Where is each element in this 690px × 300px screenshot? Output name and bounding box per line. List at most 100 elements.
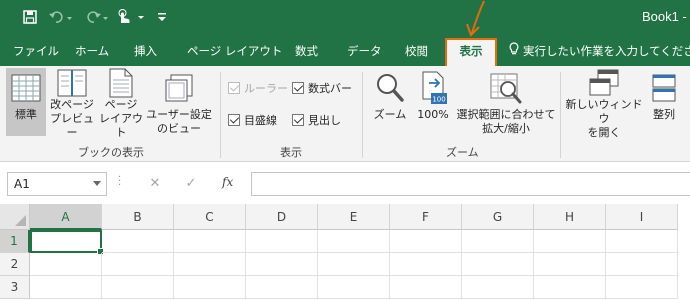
grid-cell[interactable] [246, 253, 318, 276]
zoom-to-selection-label-1: 選択範囲に合わせて [456, 108, 556, 121]
row-header[interactable]: 2 [0, 253, 30, 276]
resize-handle-icon[interactable]: · · · [118, 173, 122, 191]
grid-cell[interactable] [102, 276, 174, 299]
formula-bar-checkbox[interactable]: 数式バー [292, 80, 352, 96]
redo-icon[interactable] [84, 8, 110, 26]
zoom-100-label: 100% [417, 108, 449, 121]
page-layout-view-label-1: ページ [104, 98, 138, 111]
column-header[interactable]: I [606, 204, 678, 230]
customize-qat-icon[interactable] [156, 8, 168, 26]
magnifier-icon [375, 68, 405, 108]
undo-icon[interactable] [48, 8, 74, 26]
new-window-button[interactable]: 新しいウィンドウ を開く [564, 68, 644, 140]
grid-cell[interactable] [606, 276, 678, 299]
row-header[interactable]: 1 [0, 230, 30, 253]
grid-cell[interactable] [462, 230, 534, 253]
grid-cell[interactable] [534, 230, 606, 253]
gridlines-label: 目盛線 [244, 114, 277, 127]
column-header[interactable]: F [390, 204, 462, 230]
worksheet-grid: ABCDEFGHI 123 [0, 204, 690, 300]
grid-cell[interactable] [606, 253, 678, 276]
select-all-button[interactable] [0, 204, 30, 230]
column-header[interactable]: C [174, 204, 246, 230]
grid-cell[interactable] [462, 276, 534, 299]
grid-cell[interactable] [534, 253, 606, 276]
row-header[interactable]: 3 [0, 276, 30, 299]
page-break-preview-button[interactable]: 改ページ プレビュー [48, 68, 96, 140]
chevron-down-icon[interactable] [93, 181, 101, 186]
group-separator [220, 72, 221, 158]
zoom-button[interactable]: ズーム [370, 68, 410, 140]
insert-function-button[interactable]: fx [222, 175, 233, 189]
custom-views-icon [164, 68, 194, 108]
column-header[interactable]: E [318, 204, 390, 230]
zoom-to-selection-button[interactable]: 選択範囲に合わせて 拡大/縮小 [454, 68, 558, 140]
grid-cell[interactable] [30, 253, 102, 276]
checkbox-icon [228, 82, 240, 94]
page-layout-view-label-2: レイアウト [99, 112, 143, 139]
tab-home[interactable]: ホーム [75, 43, 109, 59]
grid-cell[interactable] [534, 276, 606, 299]
arrange-all-button[interactable]: 整列 [646, 68, 682, 140]
column-header[interactable]: D [246, 204, 318, 230]
tab-file[interactable]: ファイル [13, 43, 59, 59]
grid-cell[interactable] [606, 230, 678, 253]
save-icon[interactable] [20, 8, 40, 26]
grid-cell[interactable] [390, 230, 462, 253]
formula-bar-label: 数式バー [308, 82, 352, 95]
custom-views-label-1: ユーザー設定 [146, 108, 212, 121]
grid-cell[interactable] [318, 253, 390, 276]
tab-review[interactable]: 校閲 [405, 43, 428, 59]
column-header[interactable]: H [534, 204, 606, 230]
gridlines-checkbox[interactable]: 目盛線 [228, 112, 277, 128]
cancel-button[interactable]: ✕ [145, 173, 165, 193]
svg-text:100: 100 [432, 96, 445, 104]
column-header[interactable]: G [462, 204, 534, 230]
name-box-value: A1 [14, 177, 30, 191]
tab-page-layout[interactable]: ページ レイアウト [187, 43, 282, 59]
enter-button[interactable]: ✓ [181, 173, 201, 193]
touch-mode-icon[interactable] [116, 8, 148, 26]
normal-view-label: 標準 [15, 108, 37, 121]
tab-data[interactable]: データ [347, 43, 382, 59]
grid-cell[interactable] [246, 276, 318, 299]
headings-checkbox[interactable]: 見出し [292, 112, 341, 128]
new-window-label-2: を開く [587, 126, 621, 139]
zoom-100-icon: 100 [419, 68, 447, 108]
checkbox-icon [292, 114, 304, 126]
grid-cell[interactable] [246, 230, 318, 253]
grid-cell[interactable] [102, 230, 174, 253]
zoom-100-button[interactable]: 100 100% [414, 68, 452, 140]
grid-cell[interactable] [102, 253, 174, 276]
title-bar: Book1 - [0, 0, 690, 35]
tell-me-box[interactable]: 実行したい作業を入力してくださ [509, 42, 690, 59]
ruler-checkbox[interactable]: ルーラー [228, 80, 288, 96]
group-separator [362, 72, 363, 158]
group-separator [560, 72, 561, 158]
grid-cell[interactable] [318, 276, 390, 299]
column-header[interactable]: B [102, 204, 174, 230]
normal-view-button[interactable]: 標準 [6, 68, 46, 136]
grid-cell[interactable] [318, 230, 390, 253]
new-window-icon [588, 68, 620, 98]
checkbox-icon [228, 114, 240, 126]
tab-view[interactable]: 表示 [445, 38, 497, 68]
tab-insert[interactable]: 挿入 [134, 43, 157, 59]
grid-cell[interactable] [174, 253, 246, 276]
tab-formulas[interactable]: 数式 [295, 43, 318, 59]
grid-cell[interactable] [390, 276, 462, 299]
grid-cell[interactable] [462, 253, 534, 276]
column-header[interactable]: A [30, 204, 102, 230]
grid-cell[interactable] [174, 230, 246, 253]
formula-input[interactable] [251, 172, 690, 196]
grid-cell[interactable] [30, 276, 102, 299]
name-box[interactable]: A1 [7, 172, 107, 196]
show-group-label: 表示 [280, 146, 302, 159]
ribbon: 標準 改ページ プレビュー ページ レイアウト ユーザー設定 のビュー ブックの… [0, 66, 690, 162]
active-cell[interactable] [30, 230, 104, 255]
custom-views-label-2: のビュー [157, 122, 201, 135]
grid-cell[interactable] [390, 253, 462, 276]
grid-cell[interactable] [174, 276, 246, 299]
custom-views-button[interactable]: ユーザー設定 のビュー [146, 68, 212, 140]
page-layout-view-button[interactable]: ページ レイアウト [98, 68, 144, 140]
